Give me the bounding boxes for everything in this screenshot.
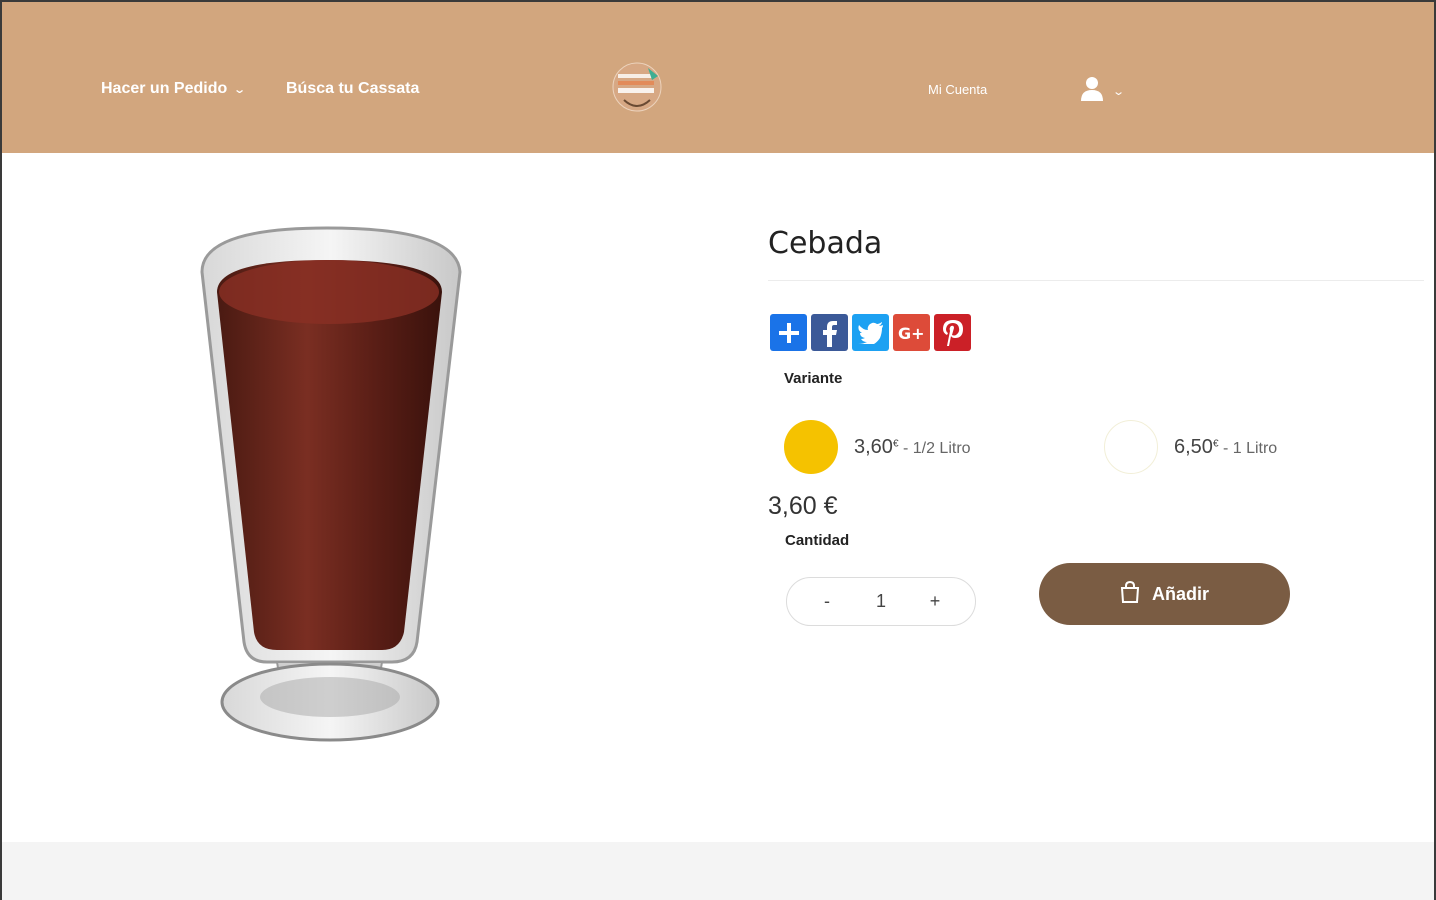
site-logo[interactable] (610, 60, 664, 114)
product-image (192, 222, 482, 762)
quantity-decrease-button[interactable]: - (817, 591, 837, 612)
twitter-icon[interactable] (852, 314, 889, 351)
variant-label: Variante (784, 370, 843, 387)
chevron-down-icon: ⌄ (1112, 86, 1126, 98)
variant-size: - 1 Litro (1222, 439, 1278, 457)
nav-order-label: Hacer un Pedido (101, 80, 228, 97)
variant-swatch-white[interactable] (1104, 420, 1158, 474)
variant-size: - 1/2 Litro (902, 439, 971, 457)
title-divider (768, 280, 1424, 281)
variant-swatch-yellow[interactable] (784, 420, 838, 474)
site-header: Hacer un Pedido ⌄ Búsca tu Cassata Mi Cu… (2, 2, 1434, 153)
svg-text:G+: G+ (898, 324, 925, 343)
share-plus-icon[interactable] (770, 314, 807, 351)
product-title: Cebada (768, 226, 883, 261)
variant-currency: € (1212, 438, 1219, 450)
user-menu[interactable]: ⌄ (1080, 76, 1126, 107)
quantity-increase-button[interactable]: + (925, 591, 945, 612)
nav-search-cassata[interactable]: Búsca tu Cassata (286, 80, 419, 98)
variant-price: 3,60 (854, 435, 893, 458)
variant-option-one-liter[interactable]: 6,50€ - 1 Litro (1104, 420, 1277, 474)
nav-order-menu[interactable]: Hacer un Pedido ⌄ (101, 80, 247, 98)
nav-search-label: Búsca tu Cassata (286, 80, 420, 97)
my-account-label: Mi Cuenta (928, 82, 988, 97)
quantity-label: Cantidad (785, 532, 850, 549)
shopping-bag-icon (1120, 580, 1140, 608)
quantity-stepper: - + (786, 577, 976, 626)
variant-option-half-liter[interactable]: 3,60€ - 1/2 Litro (784, 420, 971, 474)
variant-price: 6,50 (1174, 435, 1213, 458)
my-account-link[interactable]: Mi Cuenta (928, 82, 987, 97)
share-buttons: G+ (770, 314, 971, 351)
user-icon (1080, 76, 1104, 107)
product-price: 3,60 € (768, 492, 838, 520)
footer-band (2, 842, 1434, 900)
variant-currency: € (892, 438, 899, 450)
add-to-cart-button[interactable]: Añadir (1039, 563, 1290, 625)
add-to-cart-label: Añadir (1151, 583, 1209, 604)
google-plus-icon[interactable]: G+ (893, 314, 930, 351)
chevron-down-icon: ⌄ (233, 83, 247, 96)
facebook-icon[interactable] (811, 314, 848, 351)
pinterest-icon[interactable] (934, 314, 971, 351)
quantity-input[interactable] (861, 591, 901, 612)
